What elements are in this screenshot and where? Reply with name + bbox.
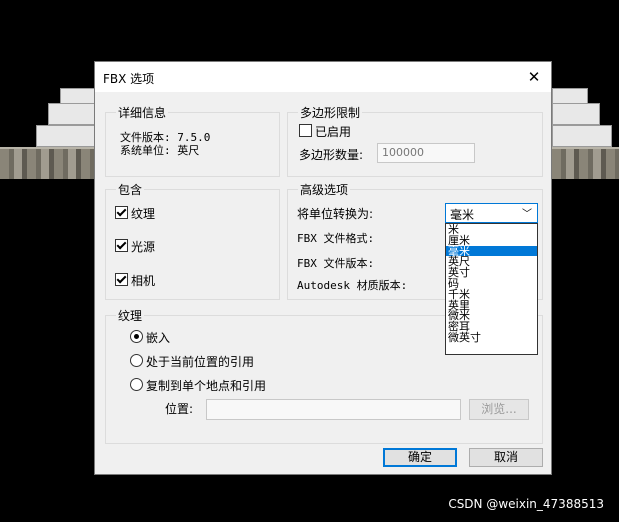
embed-radio[interactable]: 嵌入 bbox=[130, 329, 170, 346]
polygon-limit-group: 多边形限制 bbox=[287, 104, 543, 177]
embed-radio-label: 嵌入 bbox=[146, 331, 171, 345]
checkmark-icon bbox=[115, 206, 128, 219]
unit-option[interactable]: 微英寸 bbox=[446, 332, 537, 343]
watermark-text: CSDN @weixin_47388513 bbox=[448, 497, 604, 511]
reference-current-radio[interactable]: 处于当前位置的引用 bbox=[130, 353, 254, 370]
convert-units-select[interactable]: 毫米 ﹀ bbox=[445, 203, 538, 223]
unit-option[interactable]: 千米 bbox=[446, 289, 537, 300]
ok-button[interactable]: 确定 bbox=[383, 448, 457, 467]
close-icon[interactable]: ✕ bbox=[517, 62, 551, 92]
unit-dropdown-list: 米厘米 毫米 英尺 英寸码千米 英里 微米 密耳 微英寸 bbox=[445, 223, 538, 355]
copy-single-radio[interactable]: 复制到单个地点和引用 bbox=[130, 377, 266, 394]
polygon-count-input[interactable]: 100000 bbox=[377, 143, 475, 163]
advanced-legend: 高级选项 bbox=[300, 183, 349, 197]
convert-units-label: 将单位转换为: bbox=[297, 207, 374, 221]
unit-option[interactable]: 厘米 bbox=[446, 235, 537, 246]
checkbox-icon bbox=[299, 124, 312, 137]
material-version-label: Autodesk 材质版本: bbox=[297, 279, 408, 292]
selected-unit-value: 毫米 bbox=[450, 208, 475, 222]
fbx-version-label: FBX 文件版本: bbox=[297, 257, 375, 270]
background-ground-right bbox=[552, 147, 619, 179]
unit-option[interactable]: 英寸 bbox=[446, 267, 537, 278]
chevron-down-icon: ﹀ bbox=[522, 209, 532, 220]
checkmark-icon bbox=[115, 239, 128, 252]
polygon-enable-label: 已启用 bbox=[315, 125, 352, 139]
reference-current-label: 处于当前位置的引用 bbox=[146, 355, 255, 369]
background-step-left-2 bbox=[48, 103, 96, 125]
background-step-right-2 bbox=[552, 103, 600, 125]
location-label: 位置: bbox=[165, 402, 194, 416]
cancel-button[interactable]: 取消 bbox=[469, 448, 543, 467]
light-checkbox-label: 光源 bbox=[131, 240, 156, 254]
background-ground-left bbox=[0, 147, 94, 179]
light-checkbox[interactable]: 光源 bbox=[115, 238, 155, 255]
fbx-options-dialog: FBX 选项 ✕ 详细信息 文件版本: 7.5.0 系统单位: 英尺 多边形限制… bbox=[94, 61, 552, 475]
radio-icon bbox=[130, 378, 143, 391]
polygon-enable-checkbox[interactable]: 已启用 bbox=[299, 123, 351, 140]
background-step-left-1 bbox=[36, 125, 96, 147]
radio-icon bbox=[130, 354, 143, 367]
background-step-right-3 bbox=[552, 88, 588, 104]
browse-button[interactable]: 浏览... bbox=[469, 399, 529, 420]
copy-single-label: 复制到单个地点和引用 bbox=[146, 379, 267, 393]
texture-checkbox[interactable]: 纹理 bbox=[115, 205, 155, 222]
dialog-title: FBX 选项 bbox=[103, 72, 155, 86]
checkmark-icon bbox=[115, 273, 128, 286]
location-input[interactable] bbox=[206, 399, 461, 420]
title-bar: FBX 选项 ✕ bbox=[95, 62, 551, 92]
camera-checkbox[interactable]: 相机 bbox=[115, 272, 155, 289]
details-legend: 详细信息 bbox=[118, 106, 167, 120]
radio-selected-icon bbox=[130, 330, 143, 343]
texture-legend: 纹理 bbox=[118, 309, 143, 323]
background-step-right-1 bbox=[552, 125, 612, 147]
include-legend: 包含 bbox=[118, 183, 143, 197]
background-step-left-3 bbox=[60, 88, 96, 104]
polygon-limit-legend: 多边形限制 bbox=[300, 106, 361, 120]
system-units-text: 系统单位: 英尺 bbox=[120, 144, 200, 157]
polygon-count-label: 多边形数量: bbox=[299, 148, 364, 162]
camera-checkbox-label: 相机 bbox=[131, 274, 156, 288]
fbx-format-label: FBX 文件格式: bbox=[297, 232, 375, 245]
texture-checkbox-label: 纹理 bbox=[131, 207, 156, 221]
